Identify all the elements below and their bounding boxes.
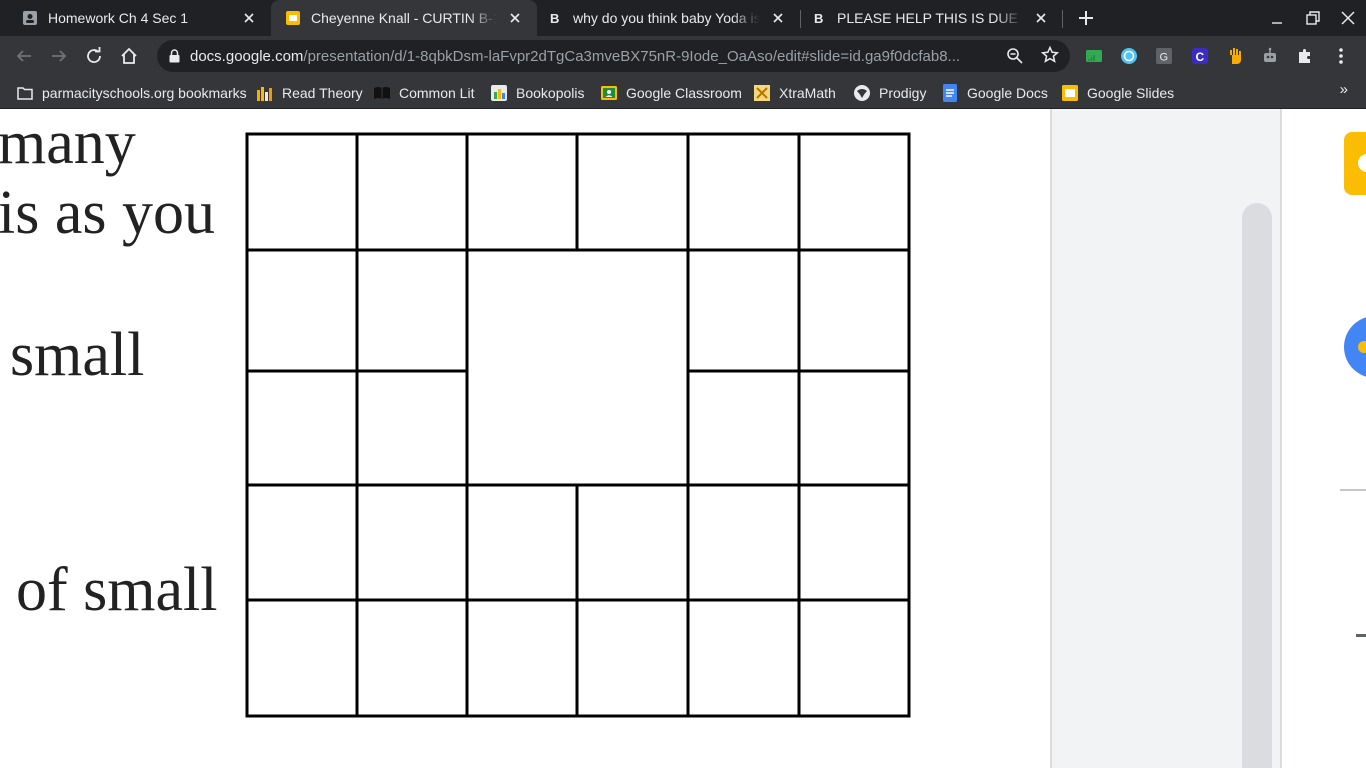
tab-title: Cheyenne Knall - CURTIN B-1/B-2	[311, 10, 497, 26]
close-tab-icon[interactable]	[505, 8, 525, 28]
tab-title: Homework Ch 4 Sec 1	[48, 10, 189, 26]
robot-extension-icon[interactable]	[1260, 46, 1280, 66]
url-text: docs.google.com/presentation/d/1-8qbkDsm…	[190, 48, 986, 65]
bookmark-parmacityschools[interactable]: parmacityschools.org bookmarks	[16, 83, 247, 103]
minimize-button[interactable]	[1259, 0, 1295, 36]
google-slides-icon	[1061, 84, 1079, 102]
restore-button[interactable]	[1295, 0, 1331, 36]
prodigy-icon	[853, 84, 871, 102]
plus-icon	[1079, 11, 1093, 25]
xtramath-icon	[753, 84, 771, 102]
lock-icon[interactable]	[169, 49, 180, 63]
forward-button[interactable]	[45, 42, 73, 70]
reload-button[interactable]	[80, 42, 108, 70]
brainly-icon: B	[811, 10, 827, 26]
restore-icon	[1306, 11, 1320, 25]
address-bar[interactable]: docs.google.com/presentation/d/1-8qbkDsm…	[157, 40, 1070, 72]
shield-extension-icon[interactable]	[1119, 46, 1139, 66]
bookmark-label: Common Lit	[399, 85, 475, 101]
tab-please-help[interactable]: B PLEASE HELP THIS IS DUE TODAY	[801, 0, 1063, 36]
bookmark-xtramath[interactable]: XtraMath	[753, 83, 836, 103]
back-arrow-icon	[16, 50, 31, 62]
tasks-icon[interactable]	[1344, 316, 1366, 378]
bookmark-google-classroom[interactable]: Google Classroom	[600, 83, 742, 103]
bookmark-google-slides[interactable]: Google Slides	[1061, 83, 1174, 103]
bookmark-label: Prodigy	[879, 85, 927, 101]
tab-separator	[1062, 10, 1063, 28]
svg-text:C: C	[1196, 50, 1205, 64]
browser-toolbar: docs.google.com/presentation/d/1-8qbkDsm…	[0, 36, 1366, 76]
minimize-icon	[1272, 22, 1282, 24]
divider	[1340, 489, 1366, 491]
bookmark-label: Google Classroom	[626, 85, 742, 101]
brainly-icon: B	[547, 10, 563, 26]
bookmark-google-docs[interactable]: Google Docs	[941, 83, 1048, 103]
bookmark-star-icon[interactable]	[1040, 45, 1060, 69]
collapse-icon[interactable]	[1356, 634, 1366, 637]
svg-text:G: G	[1160, 52, 1169, 64]
tab-title: PLEASE HELP THIS IS DUE TODAY	[837, 10, 1023, 26]
keep-icon[interactable]	[1344, 132, 1366, 195]
google-slides-icon	[285, 10, 301, 26]
google-classroom-icon	[600, 84, 618, 102]
bookopolis-icon	[490, 84, 508, 102]
close-tab-icon[interactable]	[239, 8, 259, 28]
reload-icon	[87, 47, 101, 63]
c-extension-icon[interactable]: C	[1190, 46, 1210, 66]
home-icon	[121, 47, 137, 64]
google-docs-icon	[941, 84, 959, 102]
bookmarks-overflow-button[interactable]: »	[1340, 81, 1348, 98]
extensions-puzzle-icon[interactable]	[1295, 46, 1315, 66]
side-panel-strip	[1280, 109, 1366, 768]
bookmarks-bar: parmacityschools.org bookmarks Read Theo…	[0, 76, 1366, 109]
close-tab-icon[interactable]	[768, 8, 788, 28]
cast-extension-icon[interactable]	[1084, 46, 1104, 66]
menu-kebab-icon[interactable]	[1331, 46, 1351, 66]
svg-text:B: B	[550, 11, 559, 26]
slide-canvas-area: many is as you small of small	[0, 109, 1366, 768]
folder-icon	[16, 84, 34, 102]
read-theory-icon	[256, 84, 274, 102]
tab-homework[interactable]: Homework Ch 4 Sec 1	[0, 0, 271, 36]
bookmark-label: Google Docs	[967, 85, 1048, 101]
speaker-panel	[1050, 109, 1280, 768]
common-lit-icon	[373, 84, 391, 102]
close-window-button[interactable]	[1330, 0, 1366, 36]
url-path: /presentation/d/1-8qbkDsm-laFvpr2dTgCa3m…	[303, 47, 961, 65]
svg-text:B: B	[814, 11, 823, 26]
zoom-icon[interactable]	[1006, 47, 1024, 70]
rectangle-grid-figure	[245, 132, 911, 718]
classroom-assignment-icon	[22, 10, 38, 26]
bookmark-label: Google Slides	[1087, 85, 1175, 101]
hand-extension-icon[interactable]	[1225, 46, 1245, 66]
bookmark-common-lit[interactable]: Common Lit	[373, 83, 474, 103]
bookmark-bookopolis[interactable]: Bookopolis	[490, 83, 585, 103]
tab-baby-yoda[interactable]: B why do you think baby Yoda is awesome	[537, 0, 800, 36]
close-icon	[1341, 11, 1355, 25]
bookmark-label: XtraMath	[779, 85, 836, 101]
tab-strip: Homework Ch 4 Sec 1 Cheyenne Knall - CUR…	[0, 0, 1366, 36]
url-host: docs.google.com	[190, 47, 304, 65]
bookmark-label: Bookopolis	[516, 85, 585, 101]
new-tab-button[interactable]	[1074, 6, 1098, 30]
back-button[interactable]	[10, 42, 38, 70]
bookmark-read-theory[interactable]: Read Theory	[256, 83, 363, 103]
forward-arrow-icon	[52, 50, 67, 62]
bookmark-prodigy[interactable]: Prodigy	[853, 83, 926, 103]
tab-slides[interactable]: Cheyenne Knall - CURTIN B-1/B-2	[271, 0, 537, 36]
bookmark-label: Read Theory	[282, 85, 363, 101]
home-button[interactable]	[115, 42, 143, 70]
close-tab-icon[interactable]	[1031, 8, 1051, 28]
bookmark-label: parmacityschools.org bookmarks	[42, 85, 247, 101]
panel-scrollbar[interactable]	[1242, 203, 1272, 768]
grammar-extension-icon[interactable]: G	[1154, 46, 1174, 66]
tab-title: why do you think baby Yoda is awesome	[573, 10, 760, 26]
